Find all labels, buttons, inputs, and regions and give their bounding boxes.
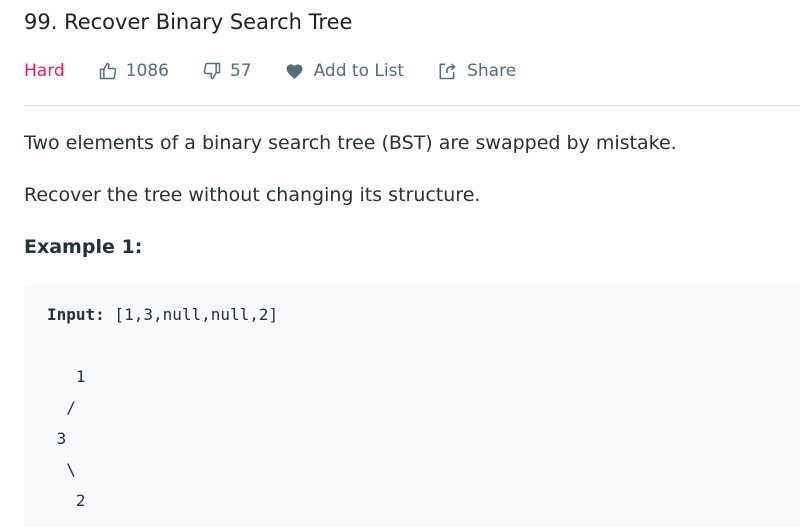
- likes-count: 1086: [125, 61, 169, 81]
- thumbs-down-icon: [202, 61, 230, 81]
- add-to-list-button[interactable]: Add to List: [285, 61, 405, 81]
- share-label: Share: [467, 61, 517, 81]
- share-icon: [437, 61, 467, 81]
- description-paragraph: Recover the tree without changing its st…: [24, 184, 481, 206]
- difficulty-badge: Hard: [24, 61, 65, 81]
- heart-icon: [285, 62, 314, 81]
- tree-line: 1: [47, 367, 86, 386]
- tree-line: 3: [47, 429, 67, 448]
- example-input-line: Input: [1,3,null,null,2]: [47, 305, 278, 324]
- thumbs-up-icon: [98, 61, 126, 81]
- description-paragraph: Two elements of a binary search tree (BS…: [24, 132, 677, 154]
- header-divider: [24, 105, 800, 106]
- example-code-block: Input: [1,3,null,null,2] 1 / 3 \ 2: [24, 285, 800, 527]
- problem-title: 99. Recover Binary Search Tree: [24, 10, 353, 34]
- like-button[interactable]: 1086: [98, 61, 169, 81]
- share-button[interactable]: Share: [437, 61, 516, 81]
- input-label: Input:: [47, 305, 105, 324]
- tree-line: \: [47, 460, 76, 479]
- dislike-button[interactable]: 57: [202, 61, 252, 81]
- problem-meta-bar: Hard 1086 57 Add to List Share: [24, 56, 516, 86]
- add-to-list-label: Add to List: [313, 61, 405, 81]
- tree-line: 2: [47, 491, 86, 510]
- example-title: Example 1:: [24, 236, 143, 258]
- dislikes-count: 57: [229, 61, 252, 81]
- tree-line: /: [47, 398, 76, 417]
- input-value: [1,3,null,null,2]: [104, 305, 279, 324]
